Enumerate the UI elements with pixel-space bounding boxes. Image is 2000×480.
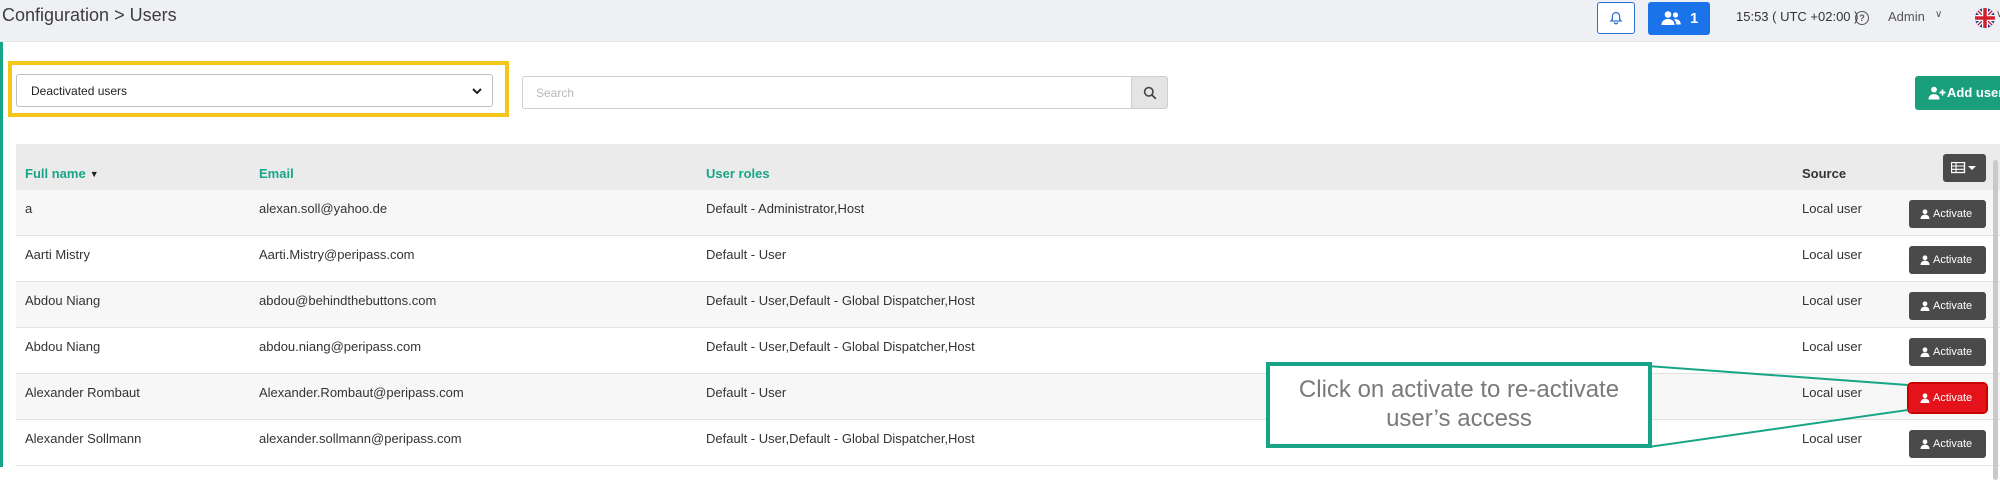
callout-line-2: user’s access	[1386, 405, 1532, 432]
instruction-callout: Click on activate to re-activate user’s …	[1266, 362, 1652, 448]
callout-line-1: Click on activate to re-activate	[1298, 376, 1620, 403]
callout-pointer	[1647, 365, 1909, 448]
